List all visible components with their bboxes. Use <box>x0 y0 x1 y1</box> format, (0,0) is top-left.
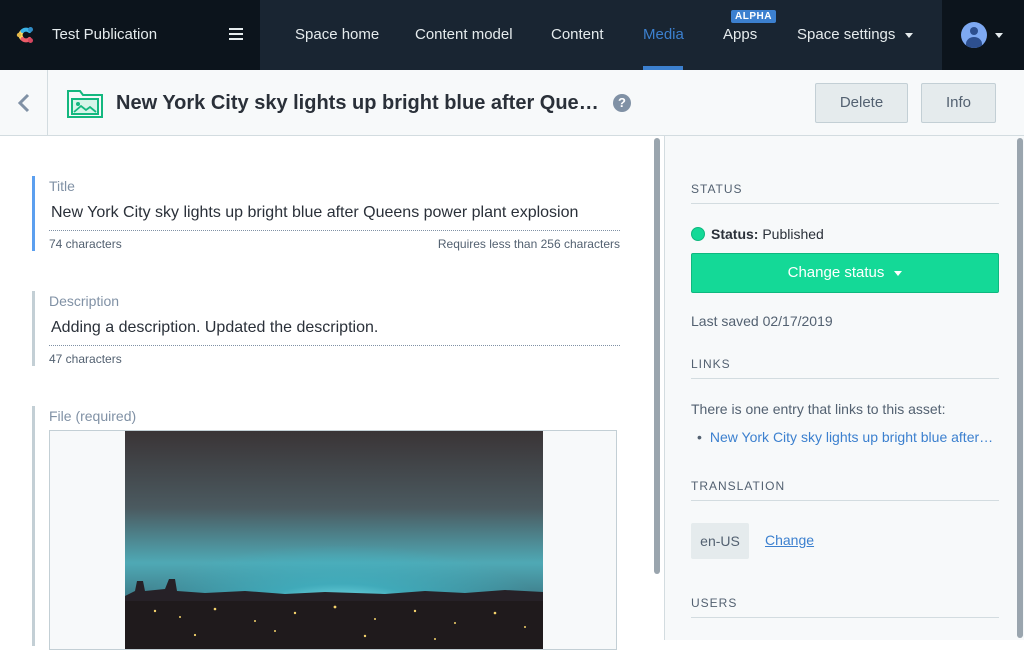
locale-badge: en-US <box>691 523 749 559</box>
back-button[interactable] <box>0 70 48 135</box>
nav-space-settings[interactable]: Space settings <box>797 26 914 43</box>
linked-entry-link[interactable]: New York City sky lights up bright blue … <box>697 429 997 445</box>
status-value: Published <box>762 226 824 242</box>
alpha-badge: ALPHA <box>731 10 776 23</box>
description-field: Description Adding a description. Update… <box>32 291 620 366</box>
chevron-down-icon <box>995 33 1003 38</box>
asset-header: New York City sky lights up bright blue … <box>0 70 1024 136</box>
links-heading: LINKS <box>691 357 999 379</box>
chevron-down-icon <box>905 32 914 38</box>
translation-heading: TRANSLATION <box>691 479 999 501</box>
file-preview[interactable] <box>49 430 617 650</box>
chevron-down-icon <box>894 270 903 276</box>
account-menu[interactable] <box>942 0 1024 70</box>
title-char-limit: Requires less than 256 characters <box>437 237 620 251</box>
nav-space-settings-label: Space settings <box>797 26 896 43</box>
description-input[interactable]: Adding a description. Updated the descri… <box>49 319 620 346</box>
title-field-label: Title <box>49 178 75 194</box>
nav-apps[interactable]: Apps <box>723 26 757 43</box>
sidebar-scrollbar[interactable] <box>1017 138 1023 638</box>
nav-space-home[interactable]: Space home <box>295 26 379 43</box>
info-button[interactable]: Info <box>921 83 996 123</box>
editor-scrollbar[interactable] <box>654 138 660 574</box>
page-title: New York City sky lights up bright blue … <box>116 92 606 114</box>
links-intro-text: There is one entry that links to this as… <box>691 401 946 417</box>
hamburger-icon[interactable] <box>229 28 243 40</box>
space-name: Test Publication <box>52 26 158 43</box>
nav-content-model[interactable]: Content model <box>415 26 513 43</box>
description-char-count: 47 characters <box>49 352 122 366</box>
sidebar: STATUS Status: Published Change status L… <box>664 136 1024 640</box>
user-avatar-icon <box>961 22 987 48</box>
change-status-button[interactable]: Change status <box>691 253 999 293</box>
space-switcher[interactable]: Test Publication <box>0 0 260 70</box>
contentful-logo-icon <box>16 27 33 43</box>
asset-folder-icon <box>67 90 103 118</box>
title-field-meta: 74 characters Requires less than 256 cha… <box>49 237 620 251</box>
file-field: File (required) <box>32 406 620 650</box>
title-input[interactable]: New York City sky lights up bright blue … <box>49 204 620 231</box>
photo-thumbnail <box>125 431 543 649</box>
delete-button[interactable]: Delete <box>815 83 908 123</box>
chevron-left-icon <box>17 93 29 112</box>
change-status-label: Change status <box>787 264 885 281</box>
status-heading: STATUS <box>691 182 999 204</box>
description-field-meta: 47 characters <box>49 352 620 366</box>
top-nav: Test Publication Space home Content mode… <box>0 0 1024 70</box>
change-locale-link[interactable]: Change <box>765 532 814 548</box>
users-heading: USERS <box>691 596 999 618</box>
file-field-label: File (required) <box>49 408 137 424</box>
nav-media[interactable]: Media <box>643 26 684 43</box>
title-char-count: 74 characters <box>49 237 122 251</box>
nav-content[interactable]: Content <box>551 26 604 43</box>
asset-editor: Title New York City sky lights up bright… <box>0 136 664 650</box>
description-field-label: Description <box>49 293 120 309</box>
status-line: Status: Published <box>691 226 824 242</box>
status-label: Status: <box>711 226 759 242</box>
last-saved-text: Last saved 02/17/2019 <box>691 313 833 329</box>
title-field: Title New York City sky lights up bright… <box>32 176 620 251</box>
published-status-dot-icon <box>691 227 705 241</box>
help-icon[interactable]: ? <box>613 94 631 112</box>
